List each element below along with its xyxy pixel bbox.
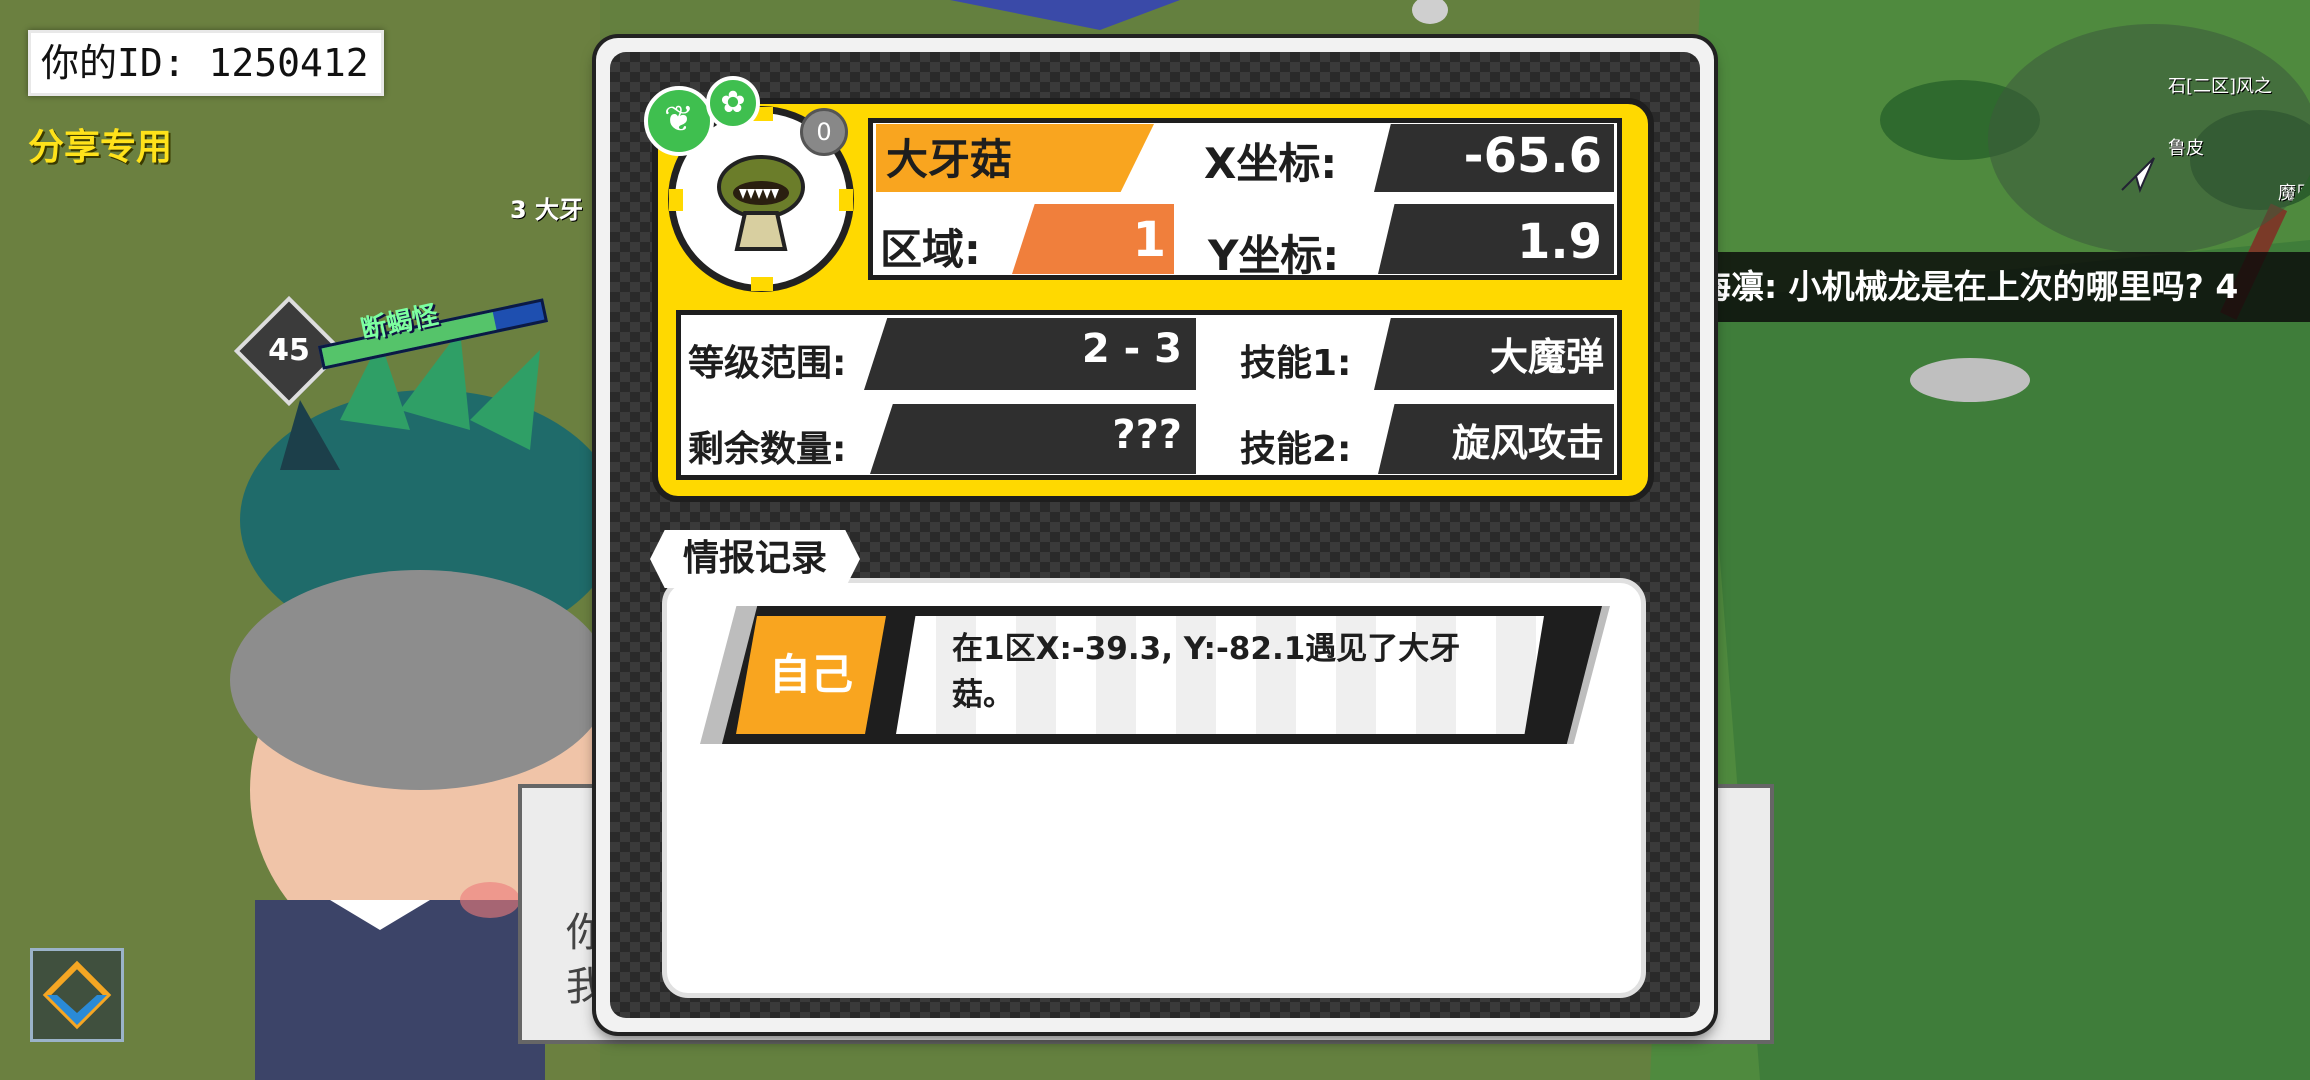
- carnivorous-mushroom-icon: [717, 155, 805, 251]
- chat-message: 海凛: 小机械龙是在上次的哪里吗? 4: [1678, 252, 2310, 322]
- player-id-box: 你的ID: 1250412: [28, 30, 384, 96]
- ring-notch: [751, 277, 773, 291]
- capture-count-badge: 0: [800, 108, 848, 156]
- player-id-text: 你的ID: 1250412: [41, 41, 369, 85]
- player-arrow-icon: [2121, 157, 2155, 193]
- minimap-label-south: 小: [2298, 228, 2310, 249]
- record-entry-text: 在1区X:-39.3, Y:-82.1遇见了大牙菇。: [952, 631, 1461, 713]
- ring-notch: [669, 189, 683, 211]
- area-label: 区域:: [880, 225, 981, 274]
- minimap-label-location: 鲁皮: [2168, 138, 2204, 159]
- share-label: 分享专用: [28, 127, 173, 168]
- chevron-diamond-icon: [42, 960, 112, 1030]
- skill1-label: 技能1:: [1240, 343, 1352, 384]
- y-coord-label: Y坐标:: [1208, 231, 1340, 280]
- capture-count-value: 0: [816, 118, 832, 146]
- minimap[interactable]: 石[二区]风之 鲁皮 魔原大 小: [1988, 24, 2310, 254]
- minimap-label-zone: 石[二区]风之: [2168, 76, 2273, 97]
- y-coord-value: 1.9: [1516, 214, 1602, 270]
- remaining-count-label: 剩余数量:: [688, 429, 847, 470]
- tab-intel-records[interactable]: 情报记录: [650, 530, 860, 588]
- level-range-label: 等级范围:: [688, 343, 847, 384]
- ground-marker-label: 3 大牙: [510, 196, 584, 224]
- leaf-element-icon: ❦: [644, 86, 714, 156]
- skill2-label: 技能2:: [1240, 429, 1352, 470]
- skill1-value: 大魔弹: [1489, 335, 1604, 379]
- menu-toggle-button[interactable]: [30, 948, 124, 1042]
- x-coord-value: -65.6: [1463, 128, 1602, 184]
- record-entry[interactable]: 自己 在1区X:-39.3, Y:-82.1遇见了大牙菇。: [700, 606, 1610, 744]
- ring-notch: [839, 189, 853, 211]
- remaining-count-value: ???: [1112, 412, 1182, 458]
- flower-element-icon: ✿: [706, 76, 760, 130]
- enemy-level-value: 45: [268, 333, 310, 368]
- skill2-value: 旋风攻击: [1451, 421, 1604, 465]
- monster-name: 大牙菇: [886, 135, 1013, 184]
- area-value: 1: [1132, 212, 1166, 268]
- record-entry-author: 自己: [736, 616, 886, 734]
- x-coord-label: X坐标:: [1204, 139, 1338, 188]
- level-range-value: 2 - 3: [1081, 326, 1182, 372]
